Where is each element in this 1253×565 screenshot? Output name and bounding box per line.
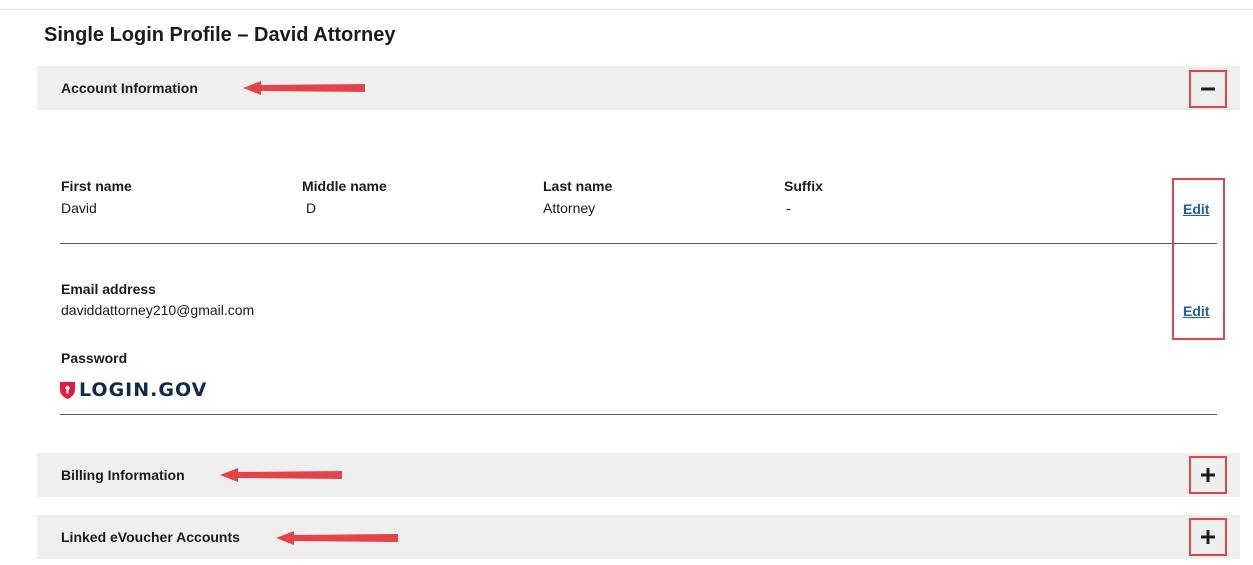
- last-name-value: Attorney: [543, 200, 596, 216]
- suffix-value: -: [786, 200, 791, 216]
- login-gov-wordmark: LOGIN.GOV: [79, 379, 208, 401]
- collapse-account-button[interactable]: [1189, 70, 1227, 108]
- section-linked-evoucher-accounts[interactable]: Linked eVoucher Accounts: [37, 515, 1240, 559]
- last-name-label: Last name: [543, 178, 613, 194]
- section-label-linked-evoucher-accounts: Linked eVoucher Accounts: [61, 529, 240, 545]
- first-name-label: First name: [61, 178, 132, 194]
- password-divider: [60, 414, 1217, 415]
- section-label-account-information: Account Information: [61, 80, 198, 96]
- plus-icon: [1201, 530, 1215, 544]
- email-value: daviddattorney210@gmail.com: [61, 302, 255, 318]
- top-divider: [0, 9, 1253, 10]
- minus-icon: [1201, 87, 1215, 91]
- section-billing-information[interactable]: Billing Information: [37, 453, 1240, 497]
- expand-billing-button[interactable]: [1189, 456, 1227, 494]
- suffix-label: Suffix: [784, 178, 823, 194]
- annotation-arrow-billing: [220, 468, 342, 482]
- middle-name-value: D: [306, 200, 317, 216]
- plus-icon: [1201, 468, 1215, 482]
- section-account-information[interactable]: Account Information: [37, 66, 1240, 110]
- middle-name-label: Middle name: [302, 178, 387, 194]
- annotation-arrow-account: [243, 81, 365, 95]
- page-title: Single Login Profile – David Attorney: [44, 24, 396, 46]
- password-label: Password: [61, 350, 128, 366]
- first-name-value: David: [61, 200, 97, 216]
- annotation-edit-highlight: [1172, 178, 1225, 340]
- expand-linked-button[interactable]: [1189, 518, 1227, 556]
- shield-icon: [60, 382, 75, 399]
- login-gov-logo: LOGIN.GOV: [60, 378, 207, 402]
- annotation-arrow-linked: [276, 531, 398, 545]
- email-label: Email address: [61, 281, 156, 297]
- section-label-billing-information: Billing Information: [61, 467, 185, 483]
- name-divider: [60, 243, 1217, 244]
